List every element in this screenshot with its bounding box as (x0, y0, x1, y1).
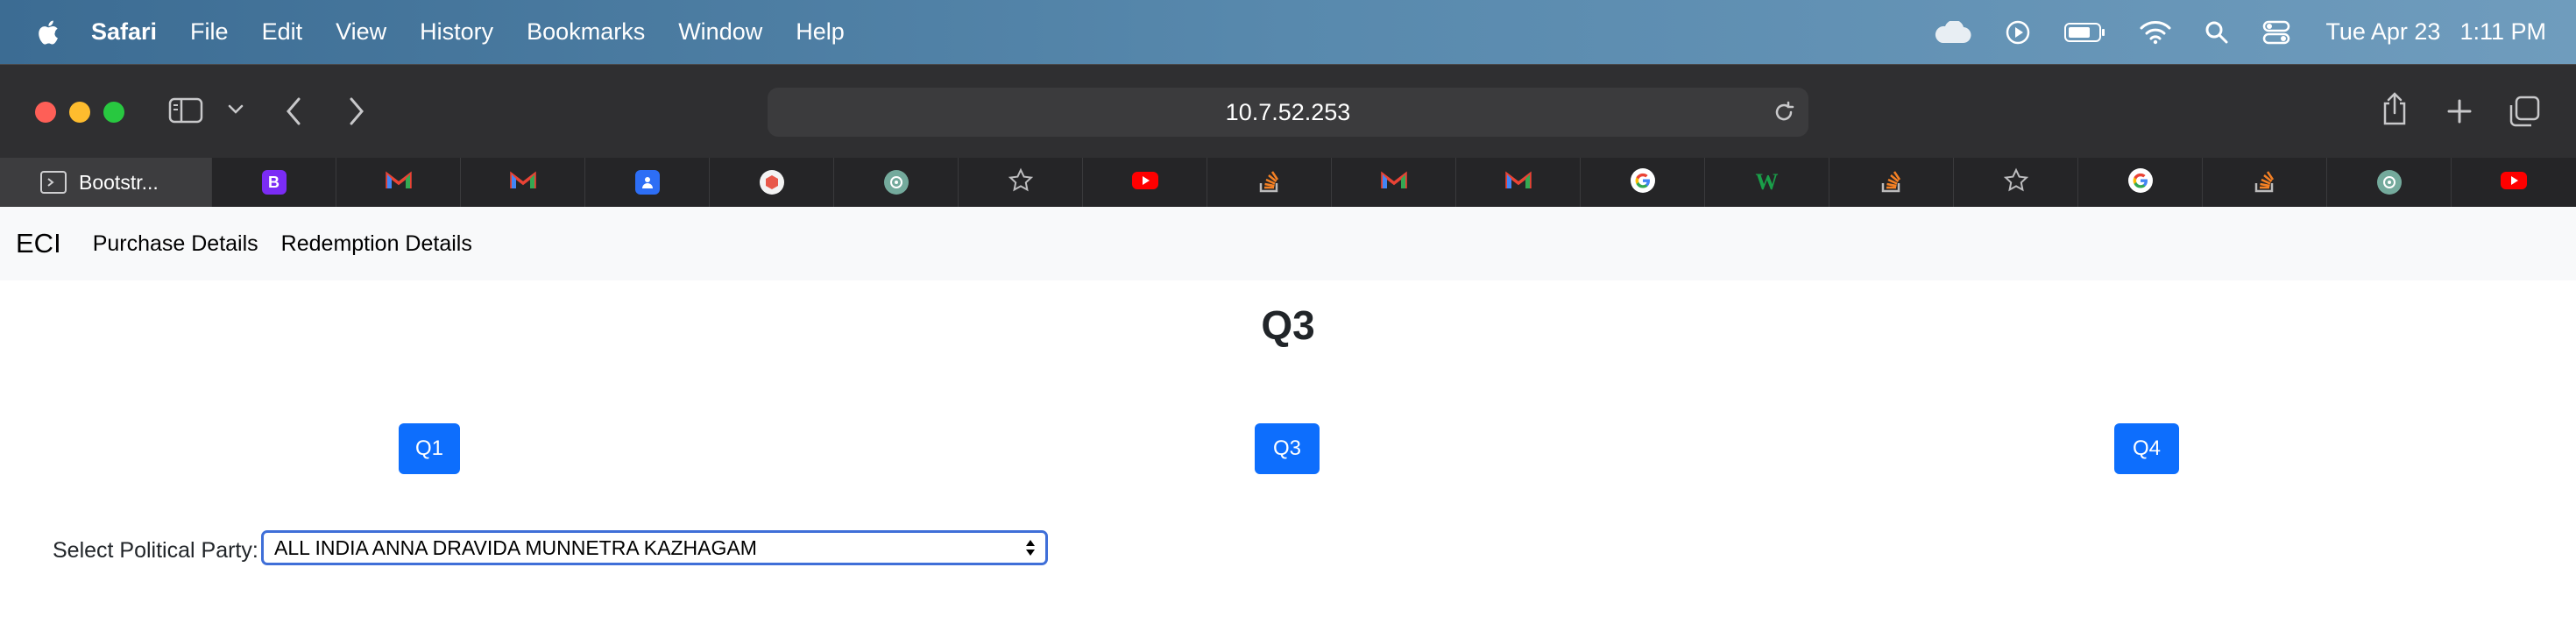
q3-button[interactable]: Q3 (1255, 423, 1320, 474)
menu-view[interactable]: View (336, 18, 386, 46)
w-icon: W (1755, 169, 1779, 195)
party-select[interactable]: ALL INDIA ANNA DRAVIDA MUNNETRA KAZHAGAM (261, 530, 1048, 565)
close-window-button[interactable] (35, 102, 56, 123)
menu-bookmarks[interactable]: Bookmarks (527, 18, 645, 46)
tab-gmail[interactable] (336, 158, 461, 207)
google-icon (1630, 167, 1656, 198)
new-tab-button[interactable] (2446, 98, 2473, 124)
gmail-icon (1504, 170, 1532, 195)
gmail-icon (1380, 170, 1407, 195)
tab-group-dropdown[interactable] (227, 103, 244, 116)
chevron-down-icon (228, 104, 244, 114)
tab-bootstrap[interactable]: B (212, 158, 336, 207)
web-page: ECI Purchase Details Redemption Details … (0, 207, 2576, 617)
tab-chatgpt[interactable] (834, 158, 959, 207)
icloud-icon[interactable] (1933, 20, 1971, 44)
menu-help[interactable]: Help (796, 18, 845, 46)
youtube-icon (1131, 171, 1159, 195)
nav-link-purchase-details[interactable]: Purchase Details (93, 231, 258, 257)
tab-contacts[interactable] (585, 158, 710, 207)
youtube-icon (2500, 171, 2528, 195)
share-icon (2383, 92, 2406, 125)
tab-cube[interactable] (710, 158, 834, 207)
tab-stackoverflow[interactable] (2203, 158, 2327, 207)
tab-bookmark[interactable] (1954, 158, 2078, 207)
spotlight-search-icon[interactable] (2204, 20, 2229, 45)
stackoverflow-icon (1258, 168, 1281, 197)
menu-window[interactable]: Window (678, 18, 762, 46)
page-title: Q3 (1261, 302, 1315, 348)
zoom-window-button[interactable] (103, 102, 124, 123)
tab-title: Bootstr... (79, 170, 159, 194)
chevron-left-icon (287, 97, 301, 125)
share-button[interactable] (2381, 91, 2409, 126)
battery-icon[interactable] (2064, 22, 2106, 43)
nav-link-redemption-details[interactable]: Redemption Details (281, 231, 472, 257)
tab-chatgpt[interactable] (2327, 158, 2452, 207)
menu-history[interactable]: History (420, 18, 493, 46)
select-arrows-icon (1024, 536, 1037, 559)
tab-gmail[interactable] (461, 158, 585, 207)
back-button[interactable] (284, 96, 303, 126)
gmail-icon (509, 170, 536, 195)
tab-youtube[interactable] (1083, 158, 1207, 207)
tab-active[interactable]: Bootstr... (0, 158, 212, 207)
chatgpt-icon (883, 170, 909, 195)
sidebar-icon (168, 97, 203, 124)
star-icon (1008, 167, 1034, 198)
wifi-icon[interactable] (2140, 20, 2171, 45)
plus-icon (2447, 99, 2472, 124)
tab-overview-button[interactable] (2508, 95, 2541, 128)
google-icon (2127, 167, 2154, 198)
menu-safari[interactable]: Safari (91, 18, 157, 46)
tab-bar: Bootstr... B W (0, 158, 2576, 208)
cube-icon (759, 170, 784, 195)
menubar-date[interactable]: Tue Apr 23 (2325, 18, 2440, 46)
status-area: Tue Apr 23 1:11 PM (1900, 0, 2546, 64)
tab-gmail[interactable] (1332, 158, 1456, 207)
macos-menu-bar: Safari File Edit View History Bookmarks … (0, 0, 2576, 64)
forward-button[interactable] (347, 96, 366, 126)
apple-icon[interactable] (35, 18, 60, 46)
control-center-icon[interactable] (2262, 19, 2290, 46)
address-url: 10.7.52.253 (1225, 98, 1351, 125)
gmail-icon (385, 170, 412, 195)
tab-gmail[interactable] (1456, 158, 1581, 207)
menubar-time[interactable]: 1:11 PM (2459, 18, 2546, 46)
play-icon[interactable] (2005, 19, 2031, 46)
party-select-value: ALL INDIA ANNA DRAVIDA MUNNETRA KAZHAGAM (274, 535, 757, 559)
address-bar[interactable]: 10.7.52.253 (768, 88, 1808, 137)
menu-file[interactable]: File (190, 18, 229, 46)
contacts-icon (634, 170, 660, 195)
tab-bookmark[interactable] (959, 158, 1083, 207)
party-select-label: Select Political Party: (53, 538, 258, 563)
tab-w[interactable]: W (1705, 158, 1829, 207)
terminal-icon (40, 171, 67, 194)
navbar-brand[interactable]: ECI (16, 228, 61, 259)
chevron-right-icon (350, 97, 364, 125)
tab-youtube[interactable] (2452, 158, 2576, 207)
tab-google[interactable] (2078, 158, 2203, 207)
tab-stackoverflow[interactable] (1829, 158, 1954, 207)
site-navbar: ECI Purchase Details Redemption Details (0, 207, 2576, 280)
menu-edit[interactable]: Edit (262, 18, 303, 46)
reload-icon[interactable] (1772, 100, 1796, 129)
q4-button[interactable]: Q4 (2114, 423, 2179, 474)
stackoverflow-icon (2254, 168, 2276, 197)
q1-button[interactable]: Q1 (399, 423, 460, 474)
chatgpt-icon (2376, 170, 2402, 195)
safari-window: 10.7.52.253 Bootstr... B W ECI Purchase … (0, 64, 2576, 617)
tab-overview-icon (2509, 96, 2540, 127)
minimize-window-button[interactable] (69, 102, 90, 123)
star-icon (2003, 167, 2029, 198)
browser-toolbar: 10.7.52.253 (0, 64, 2576, 159)
tab-google[interactable] (1581, 158, 1705, 207)
sidebar-toggle-button[interactable] (168, 96, 203, 124)
tab-stackoverflow[interactable] (1207, 158, 1332, 207)
bootstrap-icon: B (261, 170, 287, 195)
stackoverflow-icon (1880, 168, 1903, 197)
